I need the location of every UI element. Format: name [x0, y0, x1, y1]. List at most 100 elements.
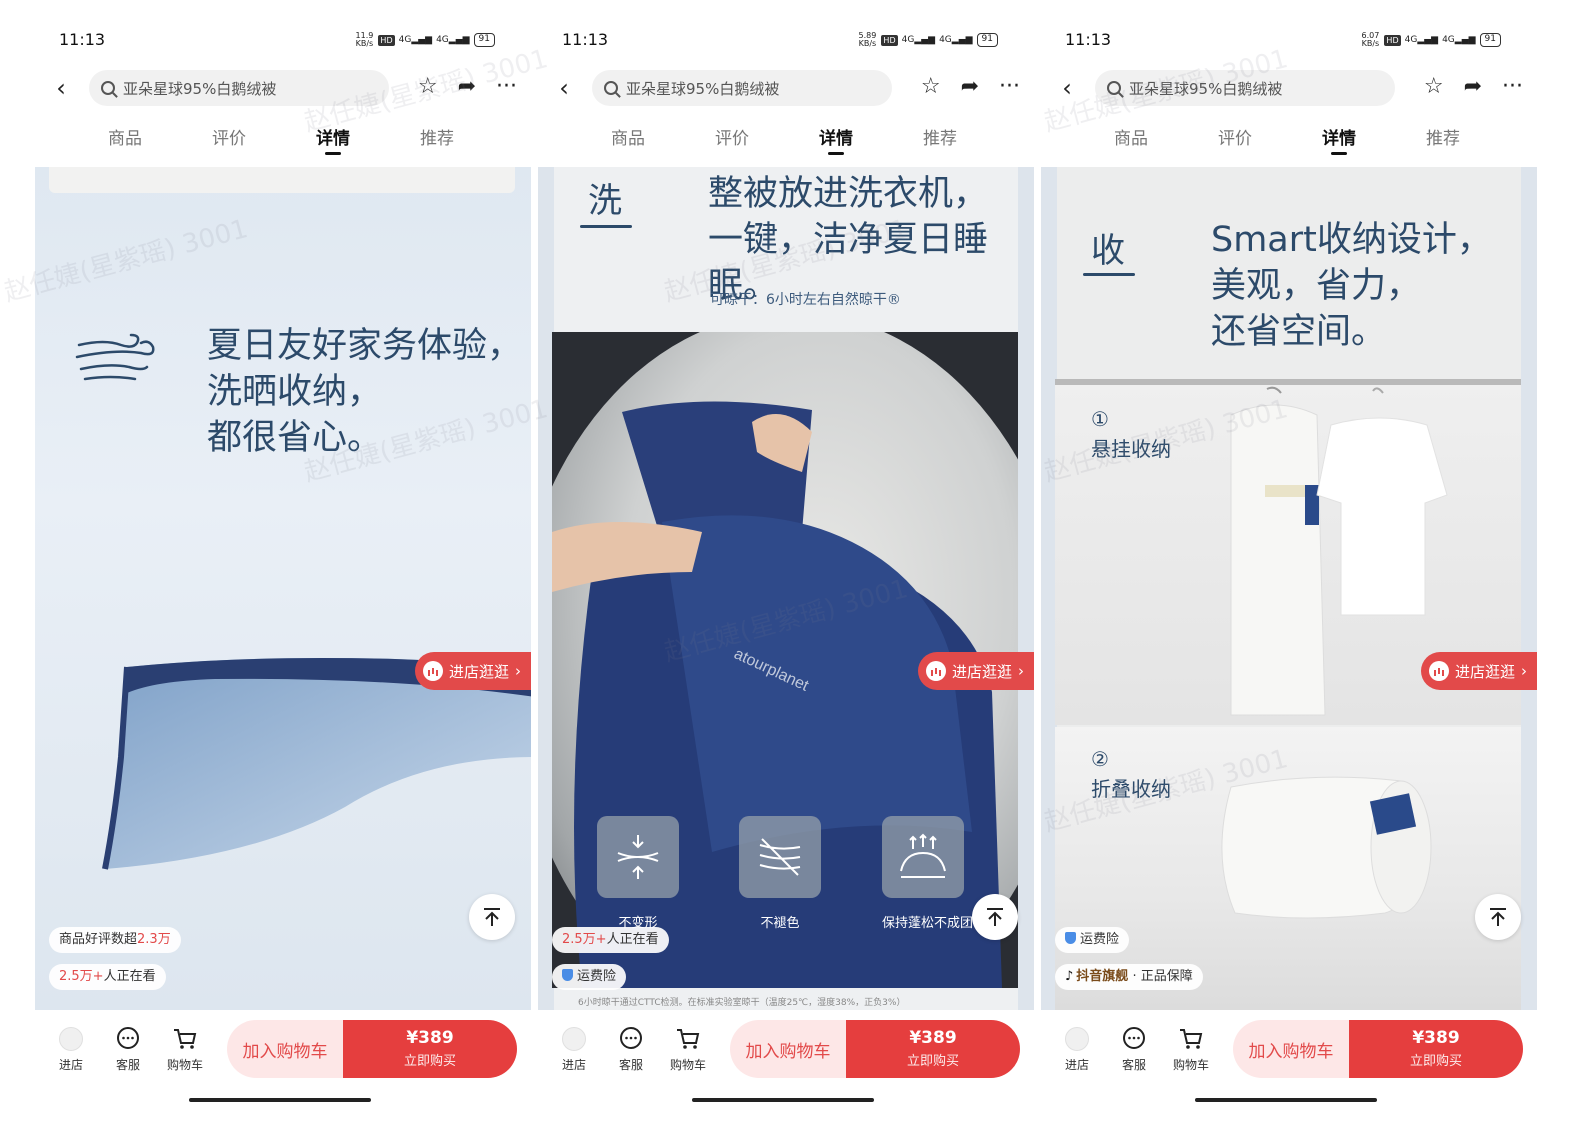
store-label: 进店 [1064, 1058, 1089, 1072]
add-to-cart-button[interactable]: 加入购物车 [1233, 1020, 1349, 1078]
headline-line: 洗晒收纳， [207, 372, 383, 412]
review-count-chip: 商品好评数超2.3万 [49, 927, 181, 953]
step-label: 悬挂收纳 [1091, 437, 1171, 461]
store-entry[interactable]: 进店 [552, 1026, 596, 1073]
visit-store-button[interactable]: 进店逛逛 › [917, 652, 1034, 690]
back-to-top-button[interactable] [469, 894, 515, 940]
signal-icon: 4G▂▄▆ [1404, 35, 1439, 45]
tab-recommend[interactable]: 推荐 [1413, 124, 1473, 149]
customer-service-entry[interactable]: 客服 [609, 1026, 653, 1073]
search-input[interactable]: 亚朵星球95%白鹅绒被 [1129, 78, 1282, 99]
store-entry[interactable]: 进店 [49, 1026, 93, 1073]
add-to-cart-button[interactable]: 加入购物车 [730, 1020, 846, 1078]
status-icons: 6.07 KB/s HD 4G▂▄▆ 4G▂▄▆ 91 [1360, 32, 1501, 48]
shield-icon [562, 969, 573, 981]
cart-icon [174, 1029, 197, 1049]
feature-label: 不褪色 [760, 916, 800, 931]
net-label: 4G [1404, 35, 1418, 45]
detail-content[interactable]: 洗 整被放进洗衣机， 一键，洁净夏日睡眠。 可晾干：6小时左右自然晾干® ato… [538, 167, 1034, 1010]
chip-text: 运费险 [577, 969, 617, 984]
service-label: 客服 [1121, 1058, 1146, 1072]
hd-badge: HD [378, 34, 395, 46]
more-icon[interactable]: ··· [1502, 74, 1523, 99]
search-input[interactable]: 亚朵星球95%白鹅绒被 [626, 78, 779, 99]
chip-text: 商品好评数超 [59, 932, 138, 947]
chip-highlight: 2.5万+ [562, 932, 607, 947]
battery-icon: 91 [1479, 33, 1501, 47]
tab-reviews[interactable]: 评价 [1205, 124, 1265, 149]
tab-reviews[interactable]: 评价 [702, 124, 762, 149]
share-icon[interactable]: ➦ [458, 74, 476, 99]
viewers-chip: 2.5万+人正在看 [552, 927, 669, 953]
tab-product[interactable]: 商品 [598, 124, 658, 149]
star-icon[interactable]: ☆ [418, 74, 438, 99]
status-bar: 11:13 5.89 KB/s HD 4G▂▄▆ 4G▂▄▆ 91 [538, 28, 1034, 52]
headline-line: 还省空间。 [1211, 312, 1387, 352]
cart-entry[interactable]: 购物车 [666, 1026, 710, 1073]
arrow-up-icon [1490, 908, 1506, 926]
cart-label: 购物车 [1172, 1058, 1209, 1072]
star-icon[interactable]: ☆ [921, 74, 941, 99]
back-to-top-button[interactable] [972, 894, 1018, 940]
chevron-right-icon: › [1018, 662, 1024, 680]
more-icon[interactable]: ··· [496, 74, 517, 99]
nav-actions: ☆ ➦ ··· [921, 74, 1020, 99]
fluffy-icon [900, 833, 946, 878]
back-arrow-icon[interactable]: ‹ [552, 74, 576, 102]
dry-time-caption: 可晾干：6小时左右自然晾干® [710, 292, 901, 308]
customer-service-entry[interactable]: 客服 [106, 1026, 150, 1073]
headline-line: 整被放进洗衣机， [708, 174, 989, 214]
cart-icon [1180, 1029, 1203, 1049]
tab-reviews[interactable]: 评价 [199, 124, 259, 149]
nav-actions: ☆ ➦ ··· [418, 74, 517, 99]
star-icon[interactable]: ☆ [1424, 74, 1444, 99]
more-icon[interactable]: ··· [999, 74, 1020, 99]
search-icon [101, 81, 115, 95]
signal-icon: 4G▂▄▆ [939, 35, 973, 45]
search-bar[interactable]: 亚朵星球95%白鹅绒被 [1095, 70, 1395, 106]
store-logo-icon [562, 1027, 586, 1051]
chip-brand: 抖音旗舰 [1076, 969, 1129, 984]
back-to-top-button[interactable] [1475, 894, 1521, 940]
detail-content[interactable]: 收 Smart收纳设计， 美观，省力， 还省空间。 ① 悬挂收纳 ② 折叠收纳 … [1041, 167, 1537, 1010]
back-arrow-icon[interactable]: ‹ [49, 74, 73, 102]
share-icon[interactable]: ➦ [1464, 74, 1482, 99]
tab-product[interactable]: 商品 [95, 124, 155, 149]
buy-now-button[interactable]: ¥389 立即购买 [846, 1020, 1020, 1078]
tab-details[interactable]: 详情 [1309, 124, 1369, 155]
add-to-cart-button[interactable]: 加入购物车 [227, 1020, 343, 1078]
back-arrow-icon[interactable]: ‹ [1055, 74, 1079, 102]
net-label: 4G [398, 35, 412, 45]
tab-recommend[interactable]: 推荐 [910, 124, 970, 149]
share-icon[interactable]: ➦ [961, 74, 979, 99]
search-bar[interactable]: 亚朵星球95%白鹅绒被 [89, 70, 389, 106]
cart-label: 购物车 [166, 1058, 203, 1072]
tab-details[interactable]: 详情 [806, 124, 866, 155]
search-bar[interactable]: 亚朵星球95%白鹅绒被 [592, 70, 892, 106]
search-input[interactable]: 亚朵星球95%白鹅绒被 [123, 78, 276, 99]
cart-entry[interactable]: 购物车 [163, 1026, 207, 1073]
home-indicator [692, 1098, 874, 1102]
side-border [1521, 167, 1537, 1010]
store-entry[interactable]: 进店 [1055, 1026, 1099, 1073]
buy-now-button[interactable]: ¥389 立即购买 [1349, 1020, 1523, 1078]
tab-product[interactable]: 商品 [1101, 124, 1161, 149]
status-bar: 11:13 11.9 KB/s HD 4G▂▄▆ 4G▂▄▆ 91 [35, 28, 531, 52]
arrow-up-icon [987, 908, 1003, 926]
buy-now-button[interactable]: ¥389 立即购买 [343, 1020, 517, 1078]
detail-content[interactable]: 夏日友好家务体验， 洗晒收纳， 都很省心。 商品好评数超2.3万 2.5万+人正… [35, 167, 531, 1010]
customer-service-entry[interactable]: 客服 [1112, 1026, 1156, 1073]
shield-icon [1065, 932, 1076, 944]
visit-store-button[interactable]: 进店逛逛 › [414, 652, 531, 690]
headline-line: Smart收纳设计， [1211, 220, 1492, 260]
cart-entry[interactable]: 购物车 [1169, 1026, 1213, 1073]
section-label-wash: 洗 [588, 181, 622, 221]
arrow-up-icon [484, 908, 500, 926]
tab-recommend[interactable]: 推荐 [407, 124, 467, 149]
visit-store-button[interactable]: 进店逛逛 › [1420, 652, 1537, 690]
signal-icon: 4G▂▄▆ [398, 35, 433, 45]
shipping-insurance-chip: 运费险 [1055, 927, 1130, 953]
chevron-right-icon: › [515, 662, 521, 680]
tab-details[interactable]: 详情 [303, 124, 363, 155]
hd-badge: HD [1384, 34, 1401, 46]
